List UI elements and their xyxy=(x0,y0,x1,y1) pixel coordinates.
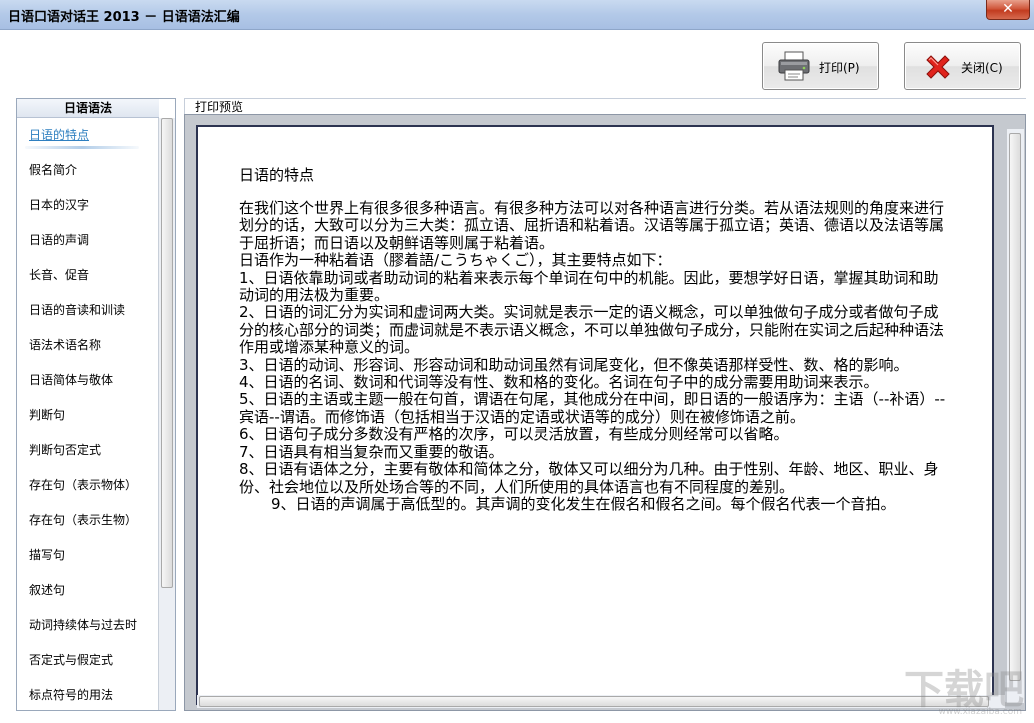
toolbar: 打印(P) 关闭(C) xyxy=(0,30,1034,96)
close-button-label: 关闭(C) xyxy=(961,61,1003,75)
scrollbar-thumb[interactable] xyxy=(161,118,173,588)
print-preview-label: 打印预览 xyxy=(184,98,1026,114)
scrollbar-thumb[interactable] xyxy=(199,696,989,707)
paragraph: 日语作为一种粘着语（膠着語/こうちゃくご），其主要特点如下： xyxy=(239,251,672,270)
topic-item[interactable]: 叙述句 xyxy=(17,573,159,608)
paragraph: 8、日语有语体之分，主要有敬体和简体之分，敬体又可以细分为几种。由于性别、年龄、… xyxy=(239,460,939,496)
page-frame: 日语的特点 在我们这个世界上有很多很多种语言。有很多种方法可以对各种语言进行分类… xyxy=(196,125,994,705)
topic-item[interactable]: 标点符号的用法 xyxy=(17,678,159,713)
watermark-url: www.xiazaiba.com xyxy=(938,707,1022,717)
topic-item[interactable]: 否定式与假定式 xyxy=(17,643,159,678)
paragraph: 3、日语的动词、形容词、形容动词和助动词虽然有词尾变化，但不像英语那样受性、数、… xyxy=(239,355,909,374)
topic-list: 日语的特点 假名简介 日本的汉字 日语的声调 长音、促音 日语的音读和训读 语法… xyxy=(17,118,159,713)
red-x-icon xyxy=(923,52,953,82)
paragraph: 在我们这个世界上有很多很多种语言。有很多种方法可以对各种语言进行分类。若从语法规… xyxy=(239,199,945,252)
paragraph: 4、日语的名词、数词和代词等没有性、数和格的变化。名词在句子中的成分需要用助词来… xyxy=(239,373,879,392)
topic-item[interactable]: 长音、促音 xyxy=(17,258,159,293)
close-button[interactable]: 关闭(C) xyxy=(904,42,1021,90)
paragraph: 2、日语的词汇分为实词和虚词两大类。实词就是表示一定的语义概念，可以单独做句子成… xyxy=(239,303,945,357)
paragraph: 9、日语的声调属于高低型的。其声调的变化发生在假名和假名之间。每个假名代表一个音… xyxy=(271,494,896,513)
print-button-label: 打印(P) xyxy=(819,61,860,75)
printer-icon xyxy=(777,51,811,81)
topic-item[interactable]: 描写句 xyxy=(17,538,159,573)
topic-list-scrollbar[interactable] xyxy=(158,118,175,710)
print-preview-area: 日语的特点 在我们这个世界上有很多很多种语言。有很多种方法可以对各种语言进行分类… xyxy=(184,114,1026,711)
preview-vertical-scrollbar[interactable] xyxy=(1007,129,1024,703)
paragraph: 6、日语句子成分多数没有严格的次序，可以灵活放置，有些成分则经常可以省略。 xyxy=(239,425,789,444)
topic-item[interactable]: 日语的特点 xyxy=(17,118,159,153)
print-button[interactable]: 打印(P) xyxy=(762,42,879,90)
title-bar: 日语口语对话王 2013 － 日语语法汇编 ✕ xyxy=(0,0,1034,30)
scrollbar-thumb[interactable] xyxy=(1009,133,1021,681)
window-title: 日语口语对话王 2013 － 日语语法汇编 xyxy=(8,10,240,25)
topic-item[interactable]: 日语的声调 xyxy=(17,223,159,258)
paragraph: 7、日语具有相当复杂而又重要的敬语。 xyxy=(239,442,504,461)
paragraph: 1、日语依靠助词或者助动词的粘着来表示每个单词在句中的机能。因此，要想学好日语，… xyxy=(239,268,939,305)
topic-item[interactable]: 存在句（表示生物） xyxy=(17,503,159,538)
topic-item[interactable]: 语法术语名称 xyxy=(17,328,159,363)
topic-item[interactable]: 存在句（表示物体） xyxy=(17,468,159,503)
paragraph: 5、日语的主语或主题一般在句首，谓语在句尾，其他成分在中间，即日语的一般语序为：… xyxy=(239,390,946,426)
topic-item[interactable]: 日本的汉字 xyxy=(17,188,159,223)
topic-item[interactable]: 日语的音读和训读 xyxy=(17,293,159,328)
topic-item[interactable]: 判断句否定式 xyxy=(17,433,159,468)
watermark: 下载吧 www.xiazaiba.com xyxy=(874,657,1024,717)
topic-item[interactable]: 日语简体与敬体 xyxy=(17,363,159,398)
window-close-button[interactable]: ✕ xyxy=(986,0,1030,20)
topic-item[interactable]: 动词持续体与过去时 xyxy=(17,608,159,643)
panel-header: 日语语法 xyxy=(17,99,159,118)
topic-item[interactable]: 假名简介 xyxy=(17,153,159,188)
preview-page: 日语的特点 在我们这个世界上有很多很多种语言。有很多种方法可以对各种语言进行分类… xyxy=(198,127,992,703)
grammar-topic-panel: 日语语法 日语的特点 假名简介 日本的汉字 日语的声调 长音、促音 日语的音读和… xyxy=(16,98,176,711)
topic-item[interactable]: 判断句 xyxy=(17,398,159,433)
page-title: 日语的特点 xyxy=(239,166,315,184)
page-body: 在我们这个世界上有很多很多种语言。有很多种方法可以对各种语言进行分类。若从语法规… xyxy=(239,199,951,513)
